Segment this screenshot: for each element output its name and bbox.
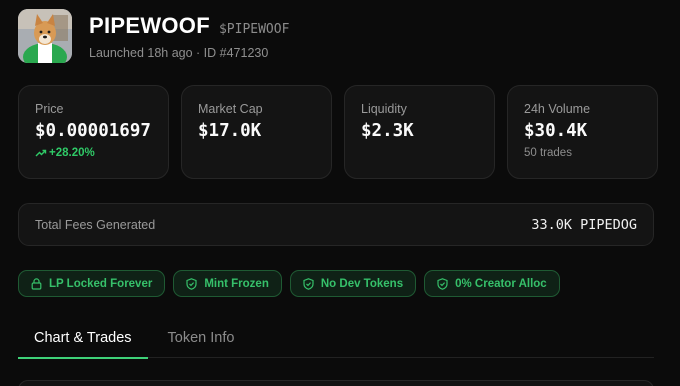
price-change: +28.20% xyxy=(35,147,152,159)
shield-check-icon xyxy=(303,277,314,290)
shield-check-icon xyxy=(437,277,448,290)
trend-up-icon xyxy=(35,149,47,156)
token-ticker: $PIPEWOOF xyxy=(218,21,290,37)
liquidity-card: Liquidity $2.3K xyxy=(344,85,495,179)
chart-panel xyxy=(18,380,654,386)
price-label: Price xyxy=(35,102,64,116)
tab-bar: Chart & Trades Token Info xyxy=(18,322,654,359)
tab-token-info[interactable]: Token Info xyxy=(152,322,251,358)
badge-label: LP Locked Forever xyxy=(49,277,153,290)
fees-value: 33.0K PIPEDOG xyxy=(531,216,637,233)
token-avatar xyxy=(18,9,72,63)
price-card: Price $0.00001697 +28.20% xyxy=(18,85,169,179)
badge-label: Mint Frozen xyxy=(204,277,269,290)
badge-mint-frozen: Mint Frozen xyxy=(173,270,282,297)
price-change-text: +28.20% xyxy=(49,147,95,159)
shiba-dog-avatar-icon xyxy=(18,9,72,63)
shield-check-icon xyxy=(186,277,197,290)
tab-chart-trades[interactable]: Chart & Trades xyxy=(18,322,148,359)
token-header: PIPEWOOF $PIPEWOOF Launched 18h ago · ID… xyxy=(18,8,289,64)
token-name: PIPEWOOF xyxy=(89,12,210,38)
market-cap-value: $17.0K xyxy=(198,121,262,141)
badge-no-dev-tokens: No Dev Tokens xyxy=(289,270,417,297)
liquidity-label: Liquidity xyxy=(361,102,407,116)
safety-badges: LP Locked Forever Mint Frozen No Dev Tok… xyxy=(18,270,560,297)
price-value: $0.00001697 xyxy=(35,121,151,141)
badge-label: No Dev Tokens xyxy=(320,277,404,290)
lock-icon xyxy=(31,277,42,290)
stats-row: Price $0.00001697 +28.20% Market Cap $17… xyxy=(18,85,658,179)
badge-creator-alloc: 0% Creator Alloc xyxy=(424,270,560,297)
fees-label: Total Fees Generated xyxy=(35,217,156,232)
volume-label: 24h Volume xyxy=(524,102,591,116)
market-cap-card: Market Cap $17.0K xyxy=(181,85,332,179)
trade-count: 50 trades xyxy=(524,147,572,159)
liquidity-value: $2.3K xyxy=(361,121,414,141)
launch-meta: Launched 18h ago · ID #471230 xyxy=(89,45,269,60)
market-cap-label: Market Cap xyxy=(198,102,263,116)
volume-value: $30.4K xyxy=(524,121,588,141)
volume-card: 24h Volume $30.4K 50 trades xyxy=(507,85,658,179)
badge-label: 0% Creator Alloc xyxy=(455,277,547,290)
badge-lp-locked: LP Locked Forever xyxy=(18,270,166,297)
fees-panel: Total Fees Generated 33.0K PIPEDOG xyxy=(18,203,654,246)
